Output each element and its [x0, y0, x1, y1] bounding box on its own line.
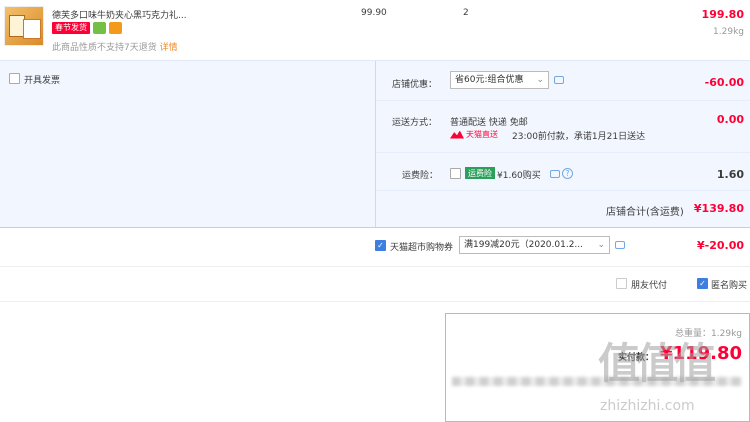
item-subtotal: 199.80	[701, 8, 744, 21]
shop-total-label: 店铺合计(含运费)	[606, 207, 684, 218]
section-divider	[0, 266, 750, 267]
product-image-box	[23, 19, 41, 39]
row-divider	[376, 100, 750, 101]
product-tags: 春节发货	[52, 22, 122, 34]
chat-icon[interactable]	[554, 76, 564, 84]
card-badge-icon	[109, 22, 122, 34]
shop-discount-amount: -60.00	[704, 76, 744, 89]
shipping-amount: 0.00	[716, 113, 744, 126]
item-weight: 1.29kg	[713, 27, 744, 37]
panel-divider	[375, 61, 376, 227]
coupon-checkbox[interactable]: ✓	[375, 240, 386, 251]
chevron-down-icon: ⌄	[536, 75, 544, 85]
quantity: 2	[463, 8, 469, 18]
tmall-cat-icon	[450, 130, 464, 139]
chat-icon[interactable]	[615, 241, 625, 249]
invoice-label: 开具发票	[24, 76, 61, 86]
insurance-label: 运费险：	[402, 171, 439, 181]
insurance-price: ¥1.60购买	[497, 171, 541, 181]
product-thumbnail[interactable]	[4, 6, 44, 46]
coupon-amount: ¥-20.00	[696, 239, 744, 252]
shop-discount-value: 省60元:组合优惠	[455, 75, 524, 85]
coupon-select[interactable]: 满199减20元（2020.01.2... ⌄	[459, 236, 610, 254]
spring-shipping-tag: 春节发货	[52, 22, 90, 34]
tmall-direct-badge: 天猫直送	[450, 129, 498, 140]
shipping-label: 运送方式：	[392, 118, 438, 128]
insurance-badge: 运费险	[465, 167, 495, 179]
coupon-label: 天猫超市购物券	[390, 243, 454, 253]
chat-icon[interactable]	[550, 170, 560, 178]
shipping-method: 普通配送 快递 免邮	[450, 118, 528, 128]
green-badge-icon	[93, 22, 106, 34]
insurance-amount: 1.60	[716, 168, 744, 181]
insurance-checkbox[interactable]	[450, 168, 461, 179]
tmall-direct-text: 天猫直送	[466, 130, 498, 139]
return-notice: 此商品性质不支持7天退货 详情	[52, 40, 178, 53]
chevron-down-icon: ⌄	[597, 240, 605, 250]
return-notice-link[interactable]: 详情	[160, 43, 178, 53]
row-divider	[376, 190, 750, 191]
anonymous-label: 匿名购买	[711, 281, 748, 291]
help-icon[interactable]: ?	[562, 168, 573, 179]
row-divider	[376, 152, 750, 153]
friend-pay-label: 朋友代付	[631, 281, 668, 291]
shop-discount-label: 店铺优惠：	[392, 80, 438, 90]
watermark-domain: zhizhizhi.com	[600, 398, 695, 414]
anonymous-checkbox[interactable]: ✓	[697, 278, 708, 289]
return-notice-text: 此商品性质不支持7天退货	[52, 43, 157, 53]
shop-total-amount: ¥139.80	[693, 202, 744, 215]
shop-discount-select[interactable]: 省60元:组合优惠 ⌄	[450, 71, 549, 89]
delivery-promise: 23:00前付款，承诺1月21日送达	[512, 132, 646, 142]
product-title[interactable]: 德芙多口味牛奶夹心黑巧克力礼...	[52, 8, 202, 21]
unit-price: 99.90	[361, 8, 387, 18]
friend-pay-checkbox[interactable]	[616, 278, 627, 289]
invoice-checkbox[interactable]	[9, 73, 20, 84]
section-divider	[0, 301, 750, 302]
watermark-logo: 值值值	[598, 339, 716, 388]
coupon-value: 满199减20元（2020.01.2...	[464, 240, 584, 250]
